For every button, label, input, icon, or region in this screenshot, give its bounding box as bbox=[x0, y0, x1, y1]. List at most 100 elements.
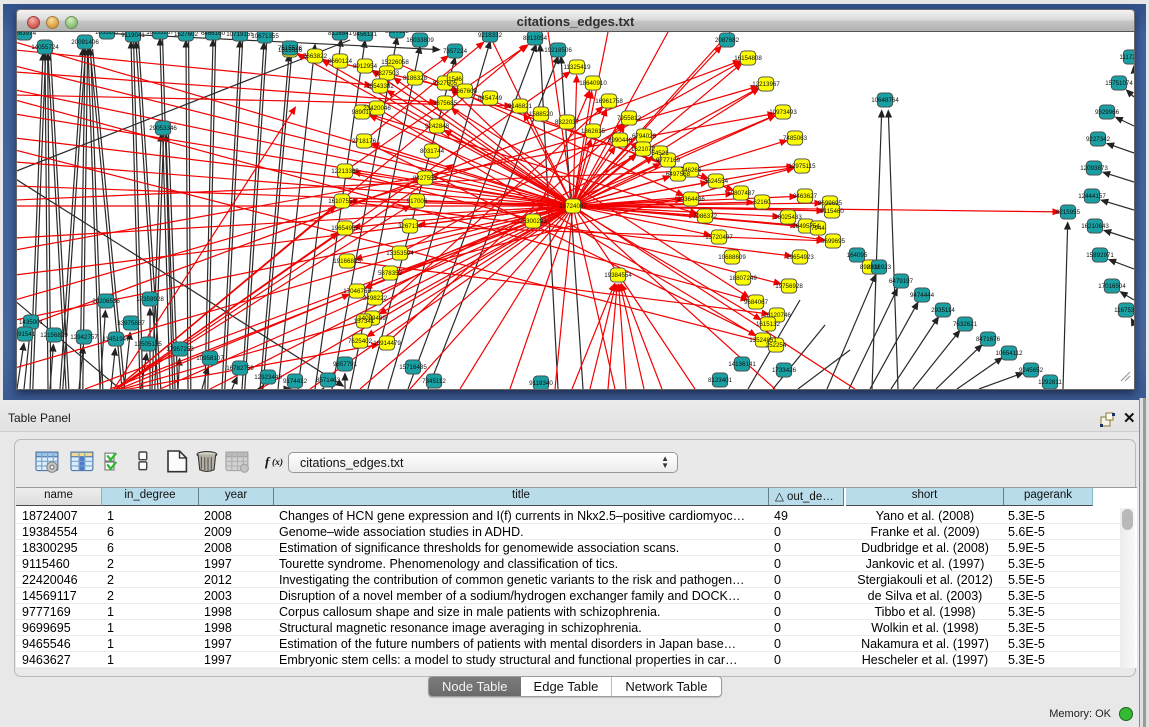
svg-text:9245652: 9245652 bbox=[1019, 367, 1044, 374]
svg-text:8427552: 8427552 bbox=[413, 175, 438, 182]
svg-text:10688609: 10688609 bbox=[718, 254, 746, 261]
svg-text:2087682: 2087682 bbox=[715, 37, 740, 44]
svg-text:8660113: 8660113 bbox=[385, 32, 409, 35]
svg-text:1167533: 1167533 bbox=[1114, 307, 1134, 314]
svg-text:746266: 746266 bbox=[681, 167, 702, 174]
svg-text:164095: 164095 bbox=[847, 252, 868, 259]
svg-text:16210643: 16210643 bbox=[1081, 223, 1109, 230]
svg-text:3624554: 3624554 bbox=[704, 178, 729, 185]
svg-text:f: f bbox=[265, 454, 271, 469]
svg-text:9118340: 9118340 bbox=[529, 380, 553, 387]
svg-text:17359928: 17359928 bbox=[136, 296, 164, 303]
svg-text:7345112: 7345112 bbox=[422, 378, 446, 385]
svg-text:9174412: 9174412 bbox=[283, 378, 308, 385]
svg-text:8938923: 8938923 bbox=[867, 264, 892, 271]
svg-text:12213389: 12213389 bbox=[331, 168, 359, 175]
svg-text:10671355: 10671355 bbox=[251, 33, 279, 40]
svg-text:7357224: 7357224 bbox=[443, 48, 468, 55]
svg-text:1362615: 1362615 bbox=[581, 128, 606, 135]
svg-text:17016504: 17016504 bbox=[1098, 283, 1126, 290]
svg-text:17957253: 17957253 bbox=[166, 346, 194, 353]
svg-text:8454749: 8454749 bbox=[478, 95, 503, 102]
svg-text:2935114: 2935114 bbox=[931, 307, 955, 314]
svg-text:157341: 157341 bbox=[354, 318, 375, 325]
svg-text:18724007: 18724007 bbox=[559, 203, 587, 210]
svg-text:8813054: 8813054 bbox=[523, 35, 548, 42]
svg-text:19654955: 19654955 bbox=[331, 225, 359, 232]
svg-text:1435001: 1435001 bbox=[19, 319, 44, 326]
svg-text:1117233: 1117233 bbox=[1119, 54, 1134, 61]
svg-text:1055267: 1055267 bbox=[95, 32, 120, 36]
svg-text:9115460: 9115460 bbox=[820, 208, 844, 215]
svg-text:2867608: 2867608 bbox=[453, 88, 478, 95]
svg-text:20091406: 20091406 bbox=[71, 39, 99, 46]
svg-text:7515526: 7515526 bbox=[278, 45, 303, 52]
svg-text:16107553: 16107553 bbox=[328, 198, 356, 205]
svg-text:12975115: 12975115 bbox=[788, 163, 816, 170]
svg-text:16782759: 16782759 bbox=[226, 365, 254, 372]
svg-text:10648764: 10648764 bbox=[871, 97, 899, 104]
svg-text:7955812: 7955812 bbox=[617, 115, 642, 122]
svg-text:9777169: 9777169 bbox=[656, 157, 681, 164]
svg-text:1546: 1546 bbox=[448, 76, 462, 83]
svg-text:391541: 391541 bbox=[17, 331, 36, 338]
svg-text:64521: 64521 bbox=[651, 150, 669, 157]
svg-text:16543382: 16543382 bbox=[366, 83, 394, 90]
svg-text:20364436: 20364436 bbox=[677, 196, 705, 203]
svg-text:16033809: 16033809 bbox=[406, 37, 434, 44]
svg-text:7625402: 7625402 bbox=[348, 338, 373, 345]
svg-text:9218332: 9218332 bbox=[478, 32, 503, 39]
svg-text:8322037: 8322037 bbox=[555, 119, 580, 126]
svg-text:15300293: 15300293 bbox=[519, 218, 547, 225]
svg-text:19654923: 19654923 bbox=[786, 254, 814, 261]
svg-text:8186328: 8186328 bbox=[403, 75, 428, 82]
svg-text:8471676: 8471676 bbox=[976, 336, 1001, 343]
svg-text:13353594: 13353594 bbox=[386, 250, 414, 257]
svg-text:12505135: 12505135 bbox=[134, 341, 162, 348]
svg-text:1733426: 1733426 bbox=[772, 367, 797, 374]
svg-text:6466160: 6466160 bbox=[201, 32, 226, 37]
svg-text:9684067: 9684067 bbox=[744, 299, 769, 306]
svg-text:8912954: 8912954 bbox=[353, 63, 378, 70]
svg-text:9329966: 9329966 bbox=[1095, 109, 1120, 116]
svg-text:9699695: 9699695 bbox=[821, 238, 846, 245]
svg-text:16120746: 16120746 bbox=[763, 312, 791, 319]
svg-text:10025433: 10025433 bbox=[774, 214, 802, 221]
svg-text:7944: 7944 bbox=[811, 225, 825, 232]
svg-text:11451947: 11451947 bbox=[102, 336, 130, 343]
svg-text:8128841: 8128841 bbox=[328, 32, 353, 37]
svg-text:15892971: 15892971 bbox=[1086, 252, 1114, 259]
svg-text:7986372: 7986372 bbox=[693, 213, 718, 220]
svg-text:14136141: 14136141 bbox=[728, 361, 756, 368]
svg-text:12923448: 12923448 bbox=[254, 374, 282, 381]
svg-text:15751074: 15751074 bbox=[1105, 80, 1133, 87]
svg-text:3875685: 3875685 bbox=[433, 100, 458, 107]
svg-text:12444157: 12444157 bbox=[1078, 193, 1106, 200]
svg-text:9857791: 9857791 bbox=[333, 361, 358, 368]
svg-text:10807487: 10807487 bbox=[727, 190, 755, 197]
svg-text:12093873: 12093873 bbox=[1080, 165, 1108, 172]
svg-text:9227342: 9227342 bbox=[1086, 136, 1111, 143]
svg-text:9463627: 9463627 bbox=[793, 193, 818, 200]
svg-text:8660124: 8660124 bbox=[328, 58, 353, 65]
svg-text:17046766: 17046766 bbox=[343, 288, 371, 295]
svg-text:11325419: 11325419 bbox=[563, 64, 591, 71]
svg-text:10719155: 10719155 bbox=[226, 32, 254, 38]
svg-text:62160: 62160 bbox=[753, 199, 771, 206]
svg-text:18807249: 18807249 bbox=[729, 275, 757, 282]
svg-text:15226058: 15226058 bbox=[381, 59, 409, 66]
svg-text:9242848: 9242848 bbox=[425, 123, 450, 130]
svg-text:9327503: 9327503 bbox=[375, 70, 400, 77]
svg-text:12942757: 12942757 bbox=[70, 334, 98, 341]
svg-text:12213967: 12213967 bbox=[752, 81, 780, 88]
svg-text:12156829: 12156829 bbox=[40, 332, 68, 339]
svg-text:10973493: 10973493 bbox=[769, 109, 797, 116]
svg-text:10653267: 10653267 bbox=[146, 32, 174, 36]
svg-text:19756928: 19756928 bbox=[775, 283, 803, 290]
svg-text:917006: 917006 bbox=[407, 198, 428, 205]
svg-text:16914479: 16914479 bbox=[373, 340, 401, 347]
svg-text:10654112: 10654112 bbox=[995, 350, 1023, 357]
svg-text:9119041: 9119041 bbox=[121, 32, 145, 39]
svg-text:8990448: 8990448 bbox=[608, 137, 633, 144]
svg-text:252254: 252254 bbox=[766, 342, 787, 349]
